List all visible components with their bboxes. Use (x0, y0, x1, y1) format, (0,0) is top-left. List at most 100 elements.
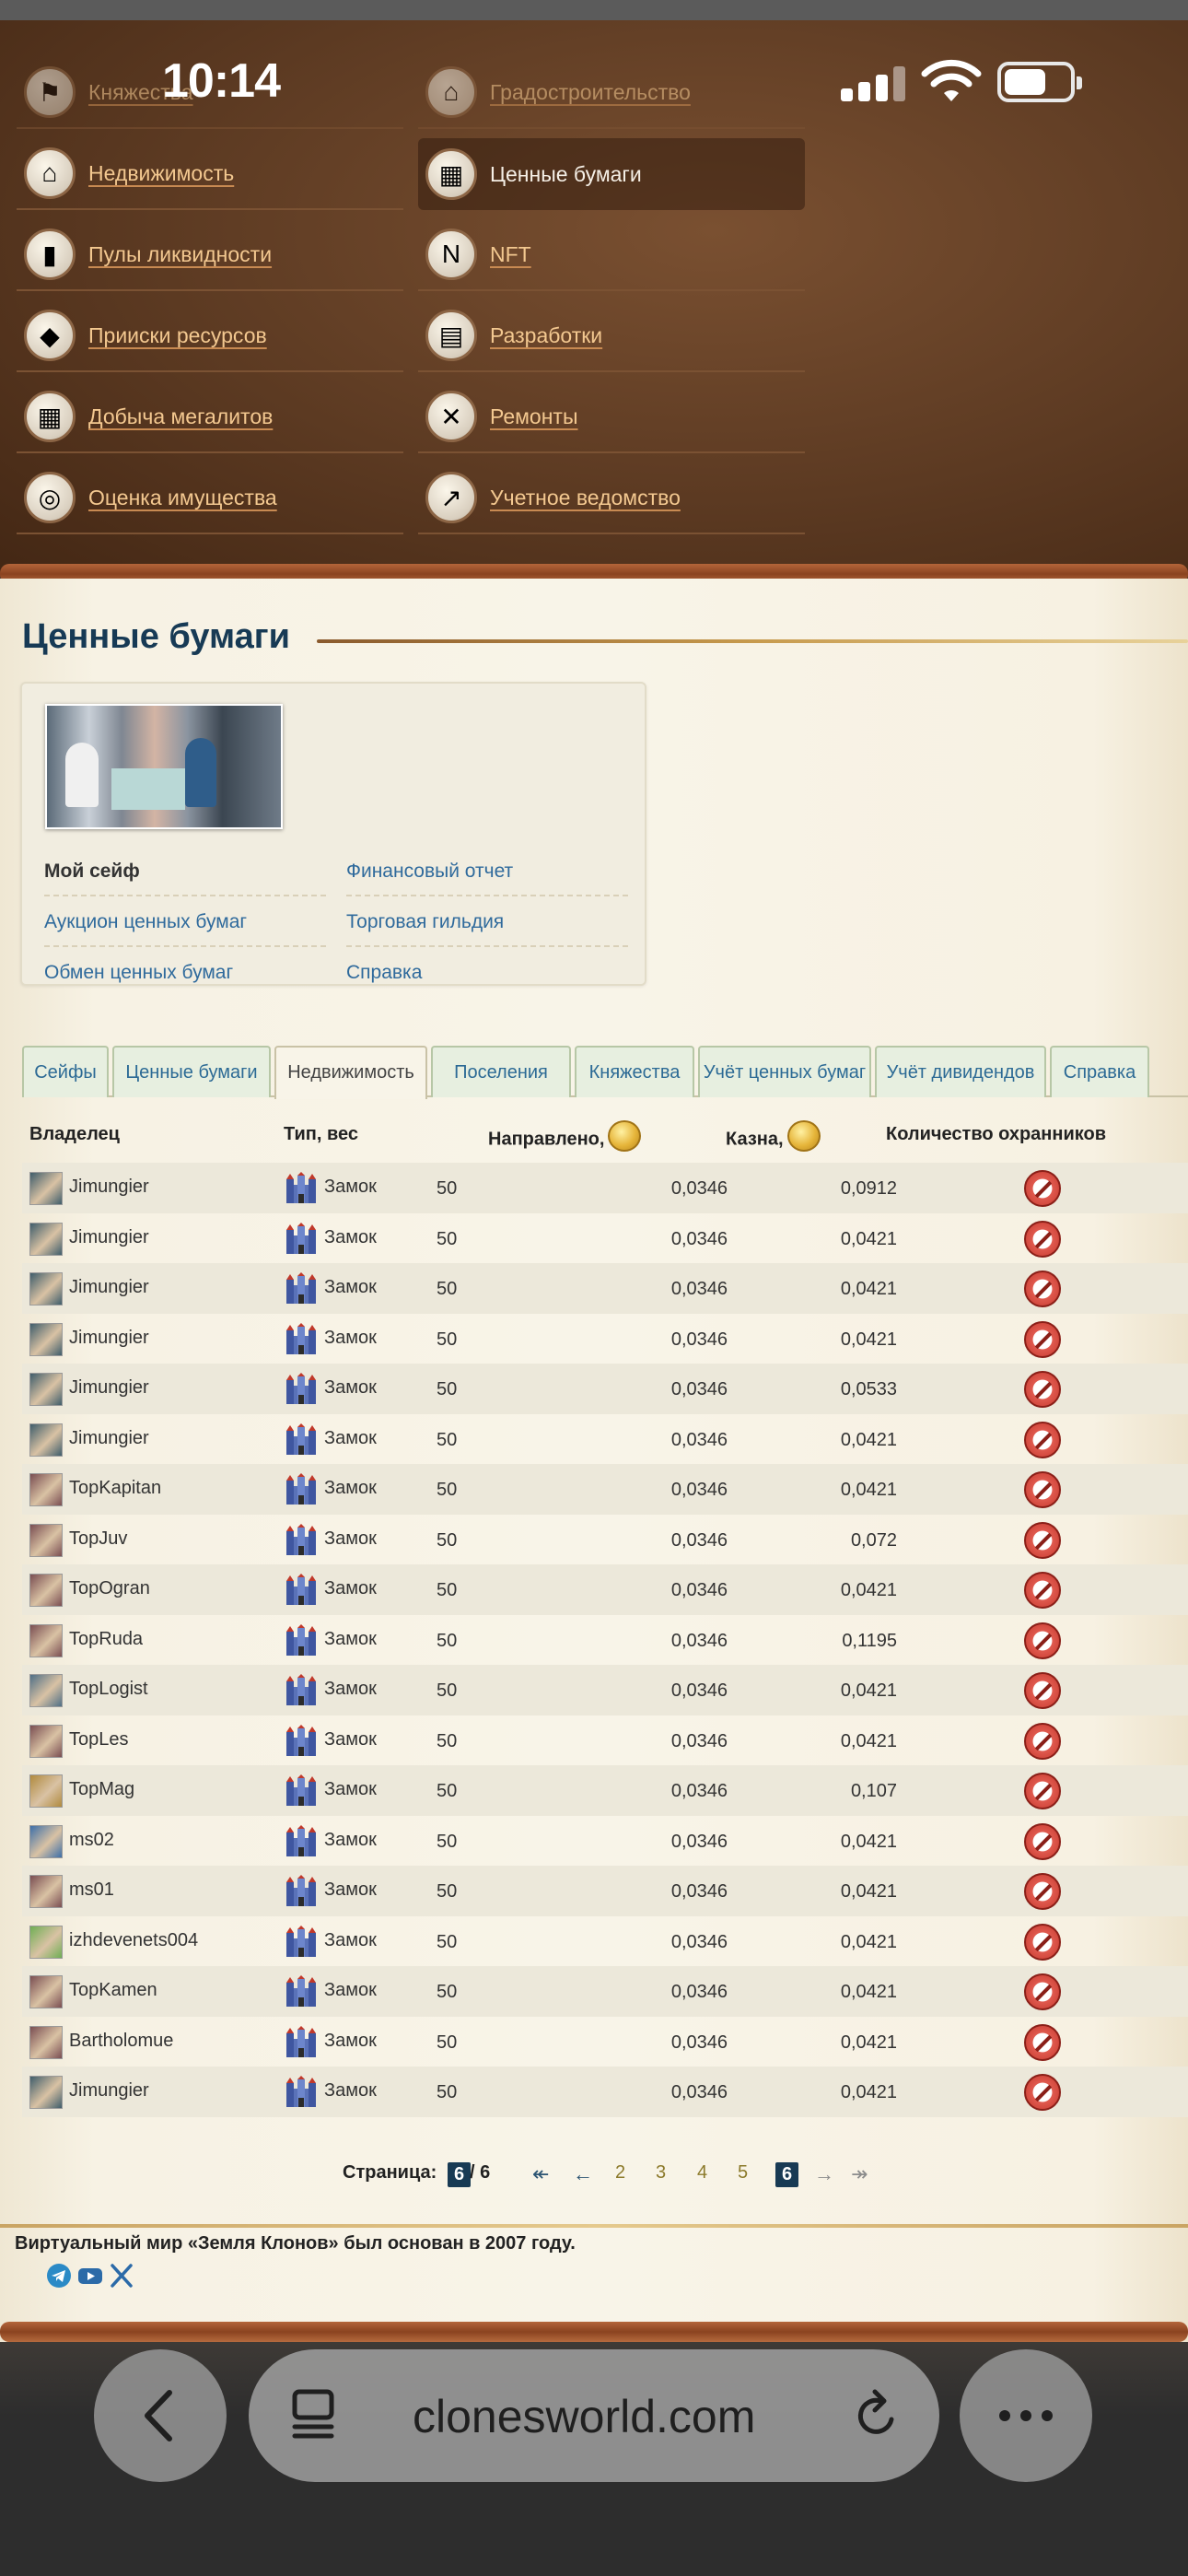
avatar[interactable] (29, 1824, 63, 1858)
avatar[interactable] (29, 1623, 63, 1657)
top-strip (0, 0, 1188, 20)
avatar[interactable] (29, 1724, 63, 1758)
securities-auction-link[interactable]: Аукцион ценных бумаг (44, 896, 326, 947)
owner-name[interactable]: Jimungier (69, 1177, 149, 1198)
bars-chart-icon: ▮ (24, 228, 76, 280)
x-twitter-icon[interactable] (109, 2263, 134, 2289)
status-time: 10:14 (162, 54, 281, 108)
reload-icon[interactable] (849, 2386, 904, 2445)
treasury-value: 0,0421 (840, 1228, 897, 1249)
table-row: TopOgran Замок 50 0,0346 0,0421 (22, 1564, 1188, 1615)
avatar[interactable] (29, 1172, 63, 1205)
table-row: TopLogist Замок 50 0,0346 0,0421 (22, 1665, 1188, 1715)
owner-name[interactable]: TopKapitan (69, 1478, 161, 1499)
treasury-value: 0,0533 (840, 1379, 897, 1399)
owner-name[interactable]: ms01 (69, 1879, 114, 1901)
owner-name[interactable]: TopJuv (69, 1528, 127, 1550)
tab-principalities[interactable]: Княжества (575, 1046, 694, 1097)
nav-item-coins[interactable]: ◎ Оценка имущества (17, 463, 403, 534)
youtube-icon[interactable] (77, 2263, 103, 2289)
avatar[interactable] (29, 1322, 63, 1356)
tabs-icon[interactable] (289, 2386, 341, 2443)
nav-item-house[interactable]: ⌂ Недвижимость (17, 138, 403, 210)
avatar[interactable] (29, 1574, 63, 1607)
tab-securities-accounting[interactable]: Учёт ценных бумаг (698, 1046, 871, 1097)
page-link-4[interactable]: 4 (697, 2162, 707, 2184)
castle-icon (286, 1272, 316, 1304)
owner-name[interactable]: TopLes (69, 1729, 129, 1751)
treasury-value: 0,0421 (840, 1480, 897, 1500)
property-weight: 50 (437, 1178, 458, 1199)
page-link-3[interactable]: 3 (656, 2162, 666, 2184)
next-page-arrow-icon[interactable]: → (814, 2162, 834, 2186)
nav-item-bars-chart[interactable]: ▮ Пулы ликвидности (17, 219, 403, 291)
avatar[interactable] (29, 1272, 63, 1306)
avatar[interactable] (29, 1423, 63, 1457)
nav-item-securities[interactable]: ▦ Ценные бумаги (418, 138, 805, 210)
owner-name[interactable]: Jimungier (69, 1377, 149, 1399)
nav-item-bricks[interactable]: ▦ Добыча мегалитов (17, 381, 403, 453)
avatar[interactable] (29, 1523, 63, 1557)
avatar[interactable] (29, 1674, 63, 1707)
nav-item-label: Прииски ресурсов (88, 322, 267, 347)
owner-name[interactable]: ms02 (69, 1830, 114, 1851)
tab-safes[interactable]: Сейфы (22, 1046, 109, 1097)
last-page-arrow-icon[interactable]: ↠ (851, 2162, 868, 2186)
securities-exchange-link[interactable]: Обмен ценных бумаг (44, 947, 326, 998)
avatar[interactable] (29, 2025, 63, 2059)
financial-report-link[interactable]: Финансовый отчет (346, 846, 628, 896)
avatar[interactable] (29, 1875, 63, 1908)
page-link-5[interactable]: 5 (738, 2162, 748, 2184)
back-button[interactable] (94, 2349, 227, 2482)
nav-item-growth-chart[interactable]: ↗ Учетное ведомство (418, 463, 805, 534)
trade-guild-link[interactable]: Торговая гильдия (346, 896, 628, 947)
tab-real-estate[interactable]: Недвижимость (274, 1046, 427, 1099)
directed-value: 0,0346 (670, 1379, 728, 1399)
nav-item-tools[interactable]: ✕ Ремонты (418, 381, 805, 453)
owner-name[interactable]: TopRuda (69, 1629, 143, 1650)
castle-icon (286, 1473, 316, 1505)
castle-icon (286, 1975, 316, 2007)
nav-item-ruby[interactable]: ◆ Прииски ресурсов (17, 300, 403, 372)
owner-name[interactable]: Bartholomue (69, 2031, 173, 2052)
table-row: TopRuda Замок 50 0,0346 0,1195 (22, 1615, 1188, 1666)
prev-page-arrow-icon[interactable]: ← (573, 2162, 593, 2186)
avatar[interactable] (29, 1774, 63, 1808)
owner-name[interactable]: izhdevenets004 (69, 1930, 198, 1951)
avatar[interactable] (29, 1373, 63, 1406)
owner-name[interactable]: Jimungier (69, 2080, 149, 2102)
avatar[interactable] (29, 1925, 63, 1959)
first-page-arrow-icon[interactable]: ↞ (532, 2162, 549, 2186)
telegram-icon[interactable] (46, 2263, 72, 2289)
owner-name[interactable]: TopOgran (69, 1578, 150, 1599)
nav-item-factory[interactable]: ▤ Разработки (418, 300, 805, 372)
avatar[interactable] (29, 1222, 63, 1256)
owner-name[interactable]: Jimungier (69, 1227, 149, 1248)
tab-help[interactable]: Справка (1050, 1046, 1149, 1097)
url-bar[interactable]: clonesworld.com (249, 2349, 939, 2482)
owner-name[interactable]: TopMag (69, 1779, 134, 1800)
avatar[interactable] (29, 1473, 63, 1506)
nav-item-nft[interactable]: N NFT (418, 219, 805, 291)
property-weight: 50 (437, 1329, 458, 1350)
avatar[interactable] (29, 2076, 63, 2109)
tab-securities[interactable]: Ценные бумаги (112, 1046, 271, 1097)
directed-value: 0,0346 (670, 1730, 728, 1751)
owner-name[interactable]: TopLogist (69, 1679, 148, 1700)
tab-settlements[interactable]: Поселения (431, 1046, 571, 1097)
owner-name[interactable]: Jimungier (69, 1428, 149, 1449)
more-button[interactable] (960, 2349, 1092, 2482)
help-link[interactable]: Справка (346, 947, 628, 998)
avatar[interactable] (29, 1975, 63, 2008)
castle-icon (286, 1674, 316, 1705)
tab-dividends-accounting[interactable]: Учёт дивидендов (875, 1046, 1046, 1097)
owner-name[interactable]: TopKamen (69, 1980, 157, 2001)
owner-name[interactable]: Jimungier (69, 1277, 149, 1298)
my-safe-link[interactable]: Мой сейф (44, 846, 326, 896)
no-guards-icon (1024, 1672, 1061, 1709)
no-guards-icon (1024, 1873, 1061, 1910)
castle-icon (286, 1824, 316, 1856)
castle-icon (286, 1373, 316, 1404)
page-link-2[interactable]: 2 (615, 2162, 625, 2184)
owner-name[interactable]: Jimungier (69, 1328, 149, 1349)
